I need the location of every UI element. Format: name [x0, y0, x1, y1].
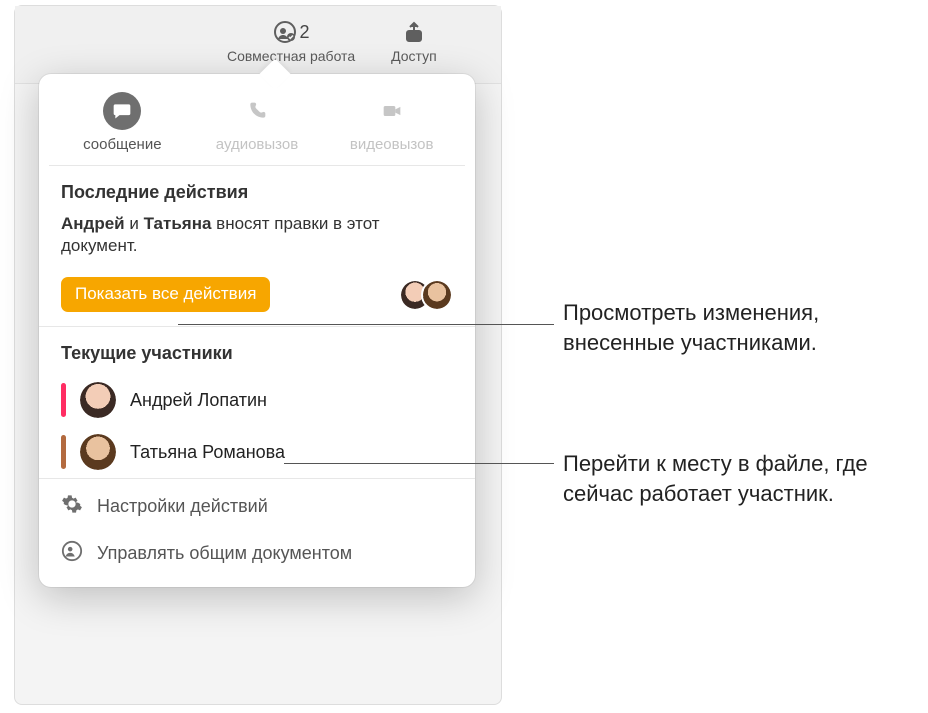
callout-text: Просмотреть изменения, внесенные участни…: [563, 298, 923, 357]
collaborate-icon: [273, 20, 297, 44]
participant-row[interactable]: Татьяна Романова: [51, 426, 463, 478]
gear-icon: [61, 493, 83, 520]
activity-settings-button[interactable]: Настройки действий: [51, 483, 463, 530]
leader-line: [178, 324, 554, 325]
recent-activity: Андрей и Татьяна вносят правки в этот до…: [39, 213, 475, 327]
share-label: Доступ: [391, 48, 437, 64]
avatar: [421, 279, 453, 311]
video-call-button[interactable]: видеовызов: [327, 92, 457, 153]
participant-row[interactable]: Андрей Лопатин: [51, 374, 463, 426]
participants-header: Текущие участники: [39, 327, 475, 374]
message-icon: [103, 92, 141, 130]
toolbar: 2 Совместная работа Доступ: [15, 6, 501, 84]
participant-name: Андрей Лопатин: [130, 390, 267, 411]
participant-color: [61, 383, 66, 417]
share-icon: [402, 20, 426, 44]
avatar: [80, 434, 116, 470]
settings-label: Настройки действий: [97, 496, 268, 517]
callout-text: Перейти к месту в файле, где сейчас рабо…: [563, 449, 923, 508]
leader-line: [284, 463, 554, 464]
activity-name-2: Татьяна: [144, 214, 212, 233]
message-button[interactable]: сообщение: [57, 92, 187, 153]
video-call-label: видеовызов: [350, 136, 434, 153]
participant-color: [61, 435, 66, 469]
collaboration-popover: сообщение аудиовызов видеовызов Последни…: [39, 74, 475, 587]
manage-shared-doc-button[interactable]: Управлять общим документом: [51, 530, 463, 577]
activity-avatars: [399, 279, 453, 311]
recent-activity-header: Последние действия: [39, 166, 475, 213]
video-icon: [373, 92, 411, 130]
audio-call-label: аудиовызов: [216, 136, 298, 153]
settings-list: Настройки действий Управлять общим докум…: [39, 479, 475, 587]
communication-row: сообщение аудиовызов видеовызов: [49, 74, 465, 166]
collaborate-badge: 2: [300, 22, 310, 43]
phone-icon: [238, 92, 276, 130]
show-all-activity-button[interactable]: Показать все действия: [61, 277, 270, 312]
people-icon: [61, 540, 83, 567]
message-label: сообщение: [83, 136, 161, 153]
collaborate-label: Совместная работа: [227, 48, 355, 64]
activity-text: Андрей и Татьяна вносят правки в этот до…: [61, 213, 453, 257]
avatar: [80, 382, 116, 418]
manage-label: Управлять общим документом: [97, 543, 352, 564]
audio-call-button[interactable]: аудиовызов: [192, 92, 322, 153]
participant-name: Татьяна Романова: [130, 442, 285, 463]
activity-name-1: Андрей: [61, 214, 125, 233]
